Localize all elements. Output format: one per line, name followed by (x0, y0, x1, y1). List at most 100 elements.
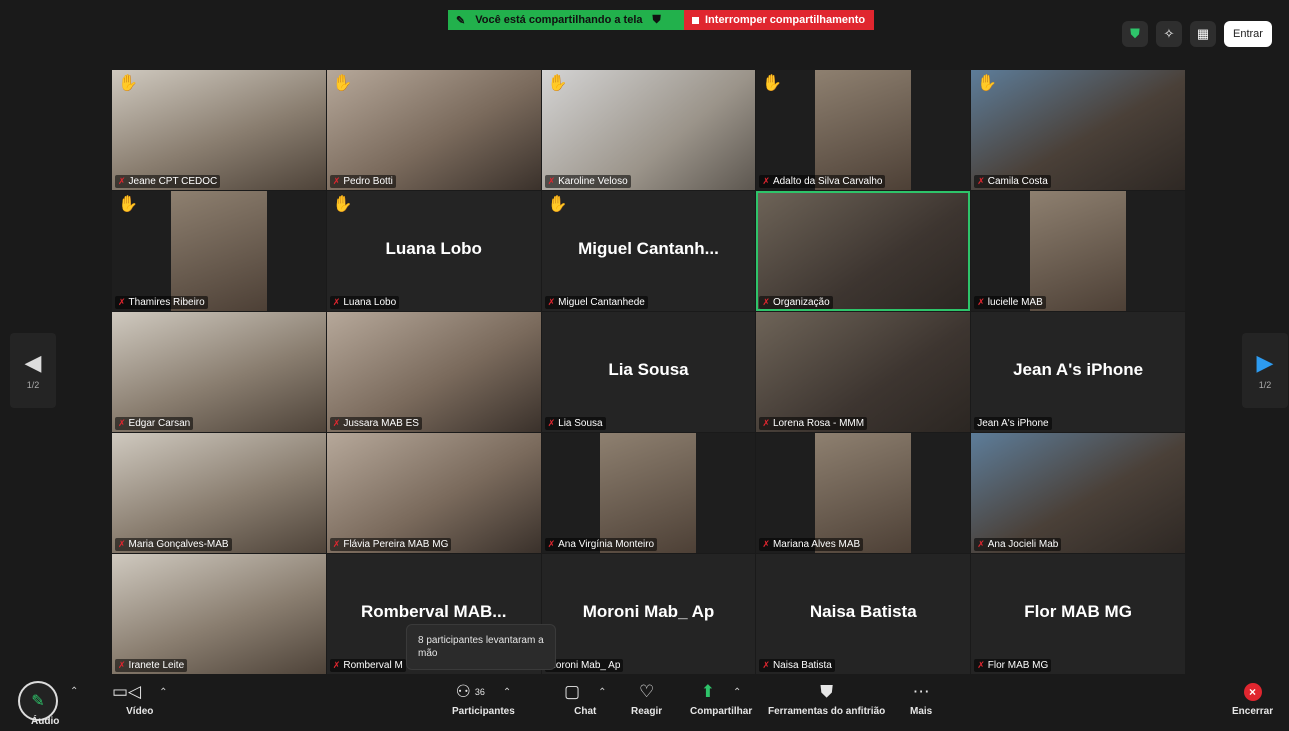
previous-page-button[interactable]: ◀ 1/2 (10, 333, 56, 408)
participant-name-label: ✗ Karoline Veloso (544, 175, 631, 188)
participants-label: Participantes (452, 706, 515, 717)
host-tools-label: Ferramentas do anfitrião (768, 706, 886, 717)
participant-tile[interactable]: ✗ Organização (756, 191, 971, 311)
participant-tile[interactable]: ✋ ✗ Jeane CPT CEDOC (112, 70, 326, 190)
muted-mic-icon: ✗ (118, 418, 126, 428)
participant-tile[interactable]: ✋ ✗ Pedro Botti (326, 70, 541, 190)
participant-name: Ana Jocieli Mab (987, 539, 1059, 550)
chevron-up-icon[interactable]: ⌃ (159, 687, 167, 698)
enter-button[interactable]: Entrar (1224, 21, 1272, 47)
raised-hand-icon: ✋ (118, 75, 138, 92)
close-icon: × (1243, 683, 1262, 701)
participant-display-name: Luana Lobo (385, 239, 482, 258)
chevron-up-icon[interactable]: ⌃ (733, 687, 741, 698)
participant-tile[interactable]: ✗ Edgar Carsan (112, 312, 326, 432)
participant-tile[interactable]: ✗ Iranete Leite (112, 554, 326, 674)
video-camera-icon: ▭◁ (112, 682, 142, 701)
raised-hand-icon: ✋ (762, 75, 783, 92)
sharing-indicator: ✎ Você está compartilhando a tela ⛊ (448, 10, 684, 30)
chevron-up-icon[interactable]: ⌃ (598, 687, 606, 698)
participant-tile[interactable]: ✋ ✗ Karoline Veloso (541, 70, 756, 190)
participant-tile[interactable]: ✋ ✗ Thamires Ribeiro (112, 191, 326, 311)
muted-mic-icon: ✗ (547, 297, 556, 307)
participant-tile[interactable]: ✋ Miguel Cantanh... ✗ Miguel Cantanhede (541, 191, 756, 311)
end-meeting-button[interactable]: × Encerrar (1232, 678, 1273, 717)
participant-tile[interactable]: Flor MAB MG ✗ Flor MAB MG (971, 554, 1185, 674)
participant-name: Ana Virgínia Monteiro (558, 539, 655, 550)
muted-mic-icon: ✗ (977, 176, 985, 186)
participant-name-label: ✗ Maria Gonçalves-MAB (115, 538, 232, 551)
chevron-up-icon[interactable]: ⌃ (503, 687, 511, 698)
participant-name-label: ✗ Flor MAB MG (974, 659, 1052, 672)
participant-tile[interactable]: Jean A's iPhone Jean A's iPhone (971, 312, 1185, 432)
participant-name-label: ✗ Miguel Cantanhede (544, 296, 648, 309)
participant-video (600, 433, 697, 553)
muted-mic-icon: ✗ (547, 418, 556, 428)
muted-mic-icon: ✗ (762, 539, 770, 549)
participant-name: Camila Costa (987, 176, 1048, 187)
audio-options-caret[interactable]: ⌃ (70, 686, 78, 697)
participant-tile[interactable]: ✗ lucielle MAB (971, 191, 1185, 311)
top-right-controls: ⛊ ✧ ▦ Entrar (1122, 21, 1272, 47)
participant-name-label: ✗ Pedro Botti (329, 175, 396, 188)
heart-icon: ♡ (638, 682, 655, 701)
page-indicator-left: 1/2 (26, 379, 40, 390)
participant-display-name: Naisa Batista (809, 602, 917, 621)
participant-display-name: Miguel Cantanh... (578, 239, 719, 258)
participant-name: Flávia Pereira MAB MG (343, 539, 449, 550)
share-label: Compartilhar (690, 706, 753, 717)
sharing-text: Você está compartilhando a tela (475, 14, 643, 26)
participant-tile[interactable]: ✗ Ana Jocieli Mab (971, 433, 1185, 553)
stop-sharing-label: Interromper compartilhamento (705, 14, 866, 26)
view-grid-icon[interactable]: ▦ (1190, 21, 1216, 47)
shield-icon: ⛊ (652, 13, 661, 26)
muted-mic-icon: ✗ (332, 539, 341, 549)
video-button[interactable]: ▭◁ ⌃ Vídeo (112, 678, 168, 717)
participant-name: Romberval M (343, 660, 403, 671)
participant-display-name: Moroni Mab_ Ap (582, 602, 715, 621)
chat-button[interactable]: ▢ ⌃ Chat (564, 678, 606, 717)
participant-tile[interactable]: Moroni Mab_ Ap Moroni Mab_ Ap (541, 554, 756, 674)
participant-tile[interactable]: ✗ Flávia Pereira MAB MG (326, 433, 541, 553)
participant-video (1030, 191, 1127, 311)
security-shield-icon[interactable]: ⛊ (1122, 21, 1148, 47)
participant-name: Moroni Mab_ Ap (547, 660, 621, 671)
participant-tile[interactable]: ✗ Mariana Alves MAB (756, 433, 971, 553)
share-button[interactable]: ⬆ ⌃ Compartilhar (690, 678, 752, 717)
participant-tile[interactable]: ✋ Luana Lobo ✗ Luana Lobo (326, 191, 541, 311)
participant-tile[interactable]: ✋ ✗ Camila Costa (971, 70, 1185, 190)
ai-companion-icon[interactable]: ✧ (1156, 21, 1182, 47)
react-button[interactable]: ♡ Reagir (631, 678, 662, 717)
participant-tile[interactable]: Lia Sousa ✗ Lia Sousa (541, 312, 756, 432)
raised-hand-icon: ✋ (332, 196, 353, 213)
participant-name: Jussara MAB ES (343, 418, 419, 429)
audio-label: Áudio (31, 716, 60, 727)
participant-name-label: ✗ Adalto da Silva Carvalho (759, 175, 886, 188)
next-page-button[interactable]: ▶ 1/2 (1242, 333, 1288, 408)
right-arrow-icon: ▶ (1256, 349, 1274, 375)
participant-name-label: ✗ Ana Virgínia Monteiro (544, 538, 658, 551)
participant-tile[interactable]: ✗ Ana Virgínia Monteiro (541, 433, 756, 553)
participant-tile[interactable]: ✗ Lorena Rosa - MMM (756, 312, 971, 432)
participant-name-label: ✗ Lia Sousa (544, 417, 606, 430)
participant-tile[interactable]: ✋ ✗ Adalto da Silva Carvalho (756, 70, 971, 190)
muted-mic-icon: ✗ (977, 660, 985, 670)
participant-tile[interactable]: ✗ Maria Gonçalves-MAB (112, 433, 326, 553)
stop-sharing-button[interactable]: Interromper compartilhamento (684, 10, 874, 30)
participant-name: Luana Lobo (343, 297, 397, 308)
raised-hand-icon: ✋ (547, 75, 568, 92)
more-button[interactable]: ⋯ Mais (910, 678, 932, 717)
audio-button[interactable]: Áudio (31, 716, 59, 727)
participant-name: Mariana Alves MAB (772, 539, 861, 550)
audio-toggle[interactable]: ✎ (18, 681, 58, 721)
muted-mic-icon: ✗ (762, 660, 770, 670)
participant-video (170, 191, 267, 311)
muted-mic-icon: ✗ (547, 539, 556, 549)
participants-count: 36 (474, 687, 485, 697)
participant-tile[interactable]: Naisa Batista ✗ Naisa Batista (756, 554, 971, 674)
participants-button[interactable]: ⚇ 36 ⌃ Participantes (452, 678, 515, 717)
host-tools-button[interactable]: ⛊ Ferramentas do anfitrião (768, 678, 885, 717)
participant-tile[interactable]: ✗ Jussara MAB ES (326, 312, 541, 432)
participant-name-label: ✗ Jussara MAB ES (329, 417, 422, 430)
participants-icon: ⚇ (455, 682, 471, 701)
